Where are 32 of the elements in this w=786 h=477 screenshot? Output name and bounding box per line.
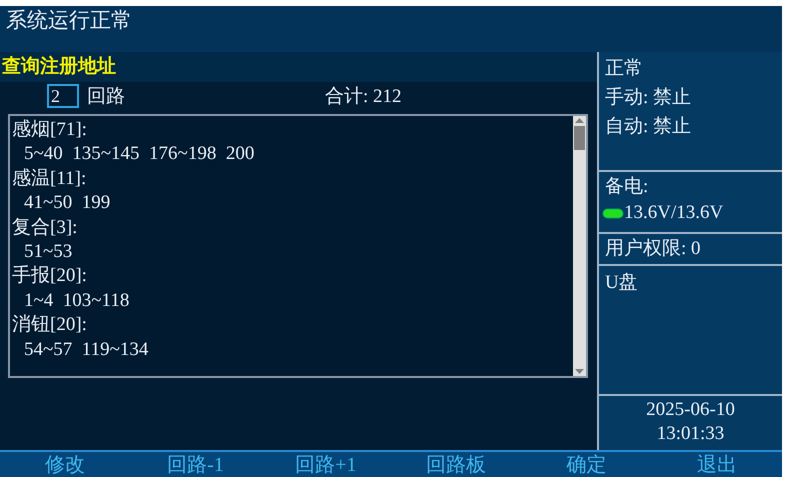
softkey[interactable]: 回路-1	[130, 451, 261, 477]
system-state: 正常	[605, 57, 644, 81]
device-type-heading: 复合[3]:	[12, 216, 78, 240]
total-count: 合计: 212	[325, 85, 402, 109]
softkey[interactable]: 回路板	[390, 451, 522, 477]
manual-mode: 手动: 禁止	[605, 86, 692, 110]
address-ranges: 51~53	[23, 240, 72, 264]
loop-label: 回路	[87, 85, 125, 109]
device-type-heading: 感温[11]:	[12, 166, 86, 191]
scrollbar[interactable]	[573, 116, 586, 376]
softkey[interactable]: 修改	[0, 451, 130, 477]
softkey[interactable]: 退出	[652, 451, 782, 477]
status-title: 系统运行正常	[6, 8, 132, 32]
loop-number-field[interactable]: 2	[47, 84, 79, 108]
device-type-heading: 手报[20]:	[12, 264, 87, 288]
usb-drive-status: U盘	[605, 272, 638, 293]
softkey[interactable]: 确定	[521, 451, 652, 477]
user-level: 用户权限: 0	[605, 238, 701, 259]
page-title: 查询注册地址	[0, 52, 597, 82]
device-type-heading: 感烟[71]:	[12, 118, 87, 142]
address-ranges: 41~50 199	[23, 191, 110, 216]
address-ranges: 1~4 103~118	[23, 288, 130, 313]
address-ranges: 5~40 135~145 176~198 200	[23, 142, 254, 166]
backup-power-label: 备电:	[605, 175, 650, 199]
backup-voltage: 13.6V/13.6V	[624, 201, 724, 225]
auto-mode: 自动: 禁止	[605, 115, 692, 139]
device-type-heading: 消钮[20]:	[12, 313, 87, 338]
address-ranges: 54~57 119~134	[23, 338, 148, 362]
time: 13:01:33	[656, 422, 726, 446]
softkey[interactable]: 回路+1	[260, 451, 391, 477]
battery-icon	[602, 208, 624, 218]
date: 2025-06-10	[645, 398, 736, 422]
